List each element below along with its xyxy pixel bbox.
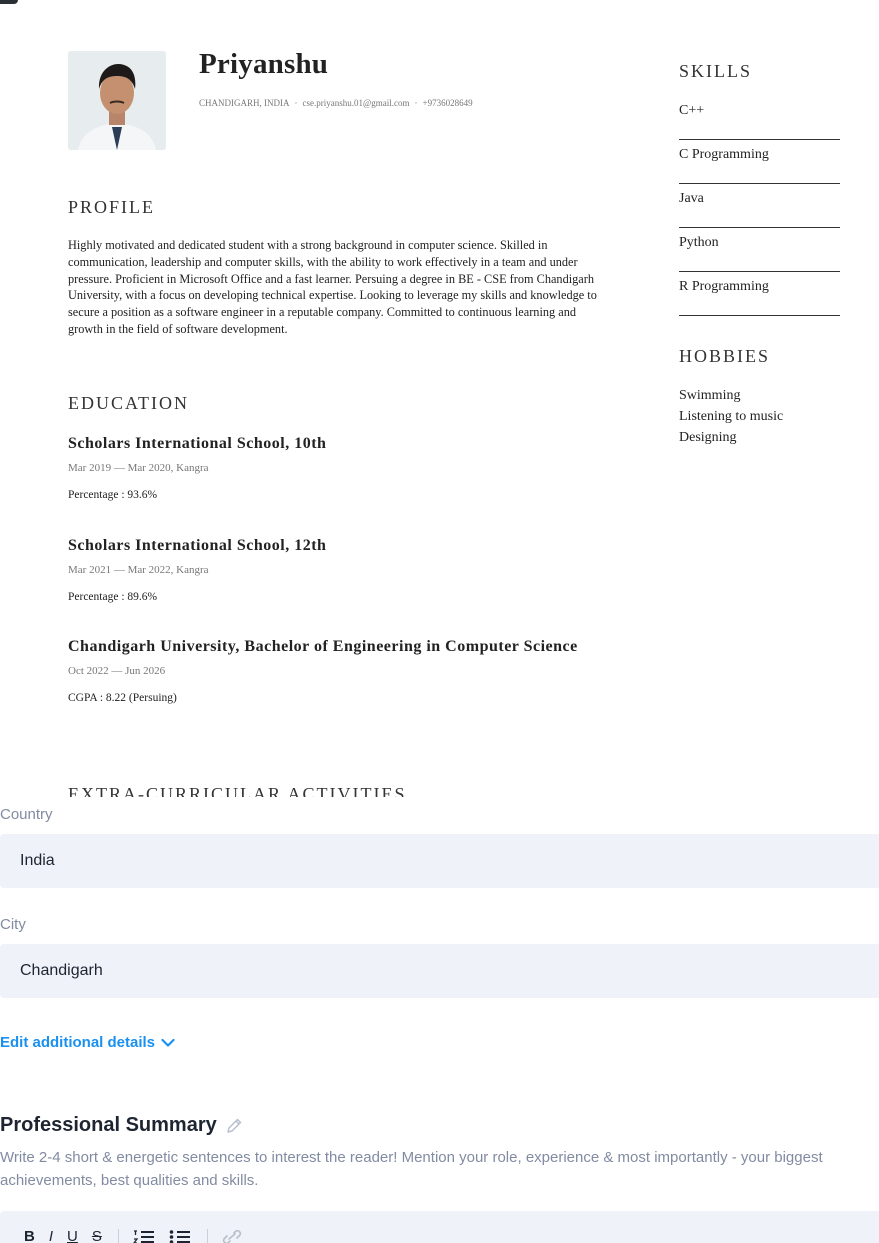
link-icon[interactable]: [222, 1229, 242, 1243]
education-heading: EDUCATION: [68, 393, 189, 413]
hobbies-heading: HOBBIES: [679, 346, 771, 366]
skill-item: Python: [679, 228, 840, 272]
extracurricular-heading: EXTRA-CURRICULAR ACTIVITIES: [68, 784, 407, 797]
text-editor-toolbar: B I U S: [0, 1211, 879, 1243]
skill-item: C Programming: [679, 140, 840, 184]
contact-email: cse.priyanshu.01@gmail.com: [302, 98, 410, 108]
skills-list: C++ C Programming Java Python R Programm…: [679, 96, 840, 316]
toolbar-divider: [206, 1229, 208, 1243]
skill-label: R Programming: [679, 279, 769, 294]
strikethrough-button[interactable]: S: [92, 1229, 102, 1243]
resume-name: Priyanshu: [199, 48, 329, 80]
contact-separator: ·: [414, 98, 418, 108]
underline-button[interactable]: U: [67, 1229, 78, 1243]
country-input[interactable]: [0, 834, 879, 888]
skill-label: Java: [679, 191, 704, 206]
education-detail: Percentage : 93.6%: [68, 489, 158, 501]
skill-label: C++: [679, 103, 705, 118]
education-title: Scholars International School, 10th: [68, 435, 327, 452]
edit-additional-details-label: Edit additional details: [0, 1034, 156, 1051]
city-label: City: [0, 916, 26, 933]
bold-button[interactable]: B: [24, 1229, 35, 1243]
hobby-item: Listening to music: [679, 409, 784, 424]
education-date: Mar 2019 — Mar 2020, Kangra: [68, 462, 209, 474]
profile-photo: [68, 51, 166, 150]
city-input[interactable]: [0, 944, 879, 998]
professional-summary-label: Professional Summary: [0, 1114, 217, 1136]
skill-item: R Programming: [679, 272, 840, 316]
contact-phone: +9736028649: [422, 98, 473, 108]
contact-separator: ·: [294, 98, 298, 108]
education-item: Chandigarh University, Bachelor of Engin…: [68, 635, 588, 704]
education-title: Chandigarh University, Bachelor of Engin…: [68, 638, 578, 655]
education-detail: Percentage : 89.6%: [68, 591, 158, 603]
chevron-down-icon: [161, 1038, 175, 1047]
hobby-item: Swimming: [679, 388, 741, 403]
education-date: Mar 2021 — Mar 2022, Kangra: [68, 564, 209, 576]
education-title: Scholars International School, 12th: [68, 537, 327, 554]
education-date: Oct 2022 — Jun 2026: [68, 665, 166, 677]
ordered-list-icon[interactable]: [133, 1229, 155, 1243]
bullet-list-icon[interactable]: [169, 1229, 191, 1243]
skill-label: Python: [679, 235, 719, 250]
preview-corner: [0, 0, 18, 4]
profile-text: Highly motivated and dedicated student w…: [68, 238, 597, 336]
professional-summary-title: Professional Summary: [0, 1114, 243, 1137]
profile-heading: PROFILE: [68, 197, 156, 217]
toolbar-divider: [117, 1229, 119, 1243]
italic-button[interactable]: I: [49, 1229, 53, 1243]
hobbies-list: Swimming Listening to music Designing: [679, 385, 783, 448]
education-detail: CGPA : 8.22 (Persuing): [68, 692, 177, 704]
skill-item: C++: [679, 96, 840, 140]
professional-summary-hint: Write 2-4 short & energetic sentences to…: [0, 1149, 823, 1189]
contact-location: CHANDIGARH, INDIA: [199, 98, 290, 108]
resume-contact-line: CHANDIGARH, INDIA · cse.priyanshu.01@gmail…: [199, 98, 473, 108]
resume-preview[interactable]: Priyanshu CHANDIGARH, INDIA · cse.priyansh…: [0, 0, 879, 797]
edit-additional-details-button[interactable]: Edit additional details: [0, 1034, 175, 1051]
hobby-item: Designing: [679, 430, 737, 445]
country-label: Country: [0, 806, 53, 823]
pencil-icon[interactable]: [225, 1117, 243, 1135]
skill-label: C Programming: [679, 147, 769, 162]
skill-item: Java: [679, 184, 840, 228]
education-item: Scholars International School, 12th Mar …: [68, 534, 588, 603]
education-item: Scholars International School, 10th Mar …: [68, 432, 588, 501]
skills-heading: SKILLS: [679, 61, 753, 81]
